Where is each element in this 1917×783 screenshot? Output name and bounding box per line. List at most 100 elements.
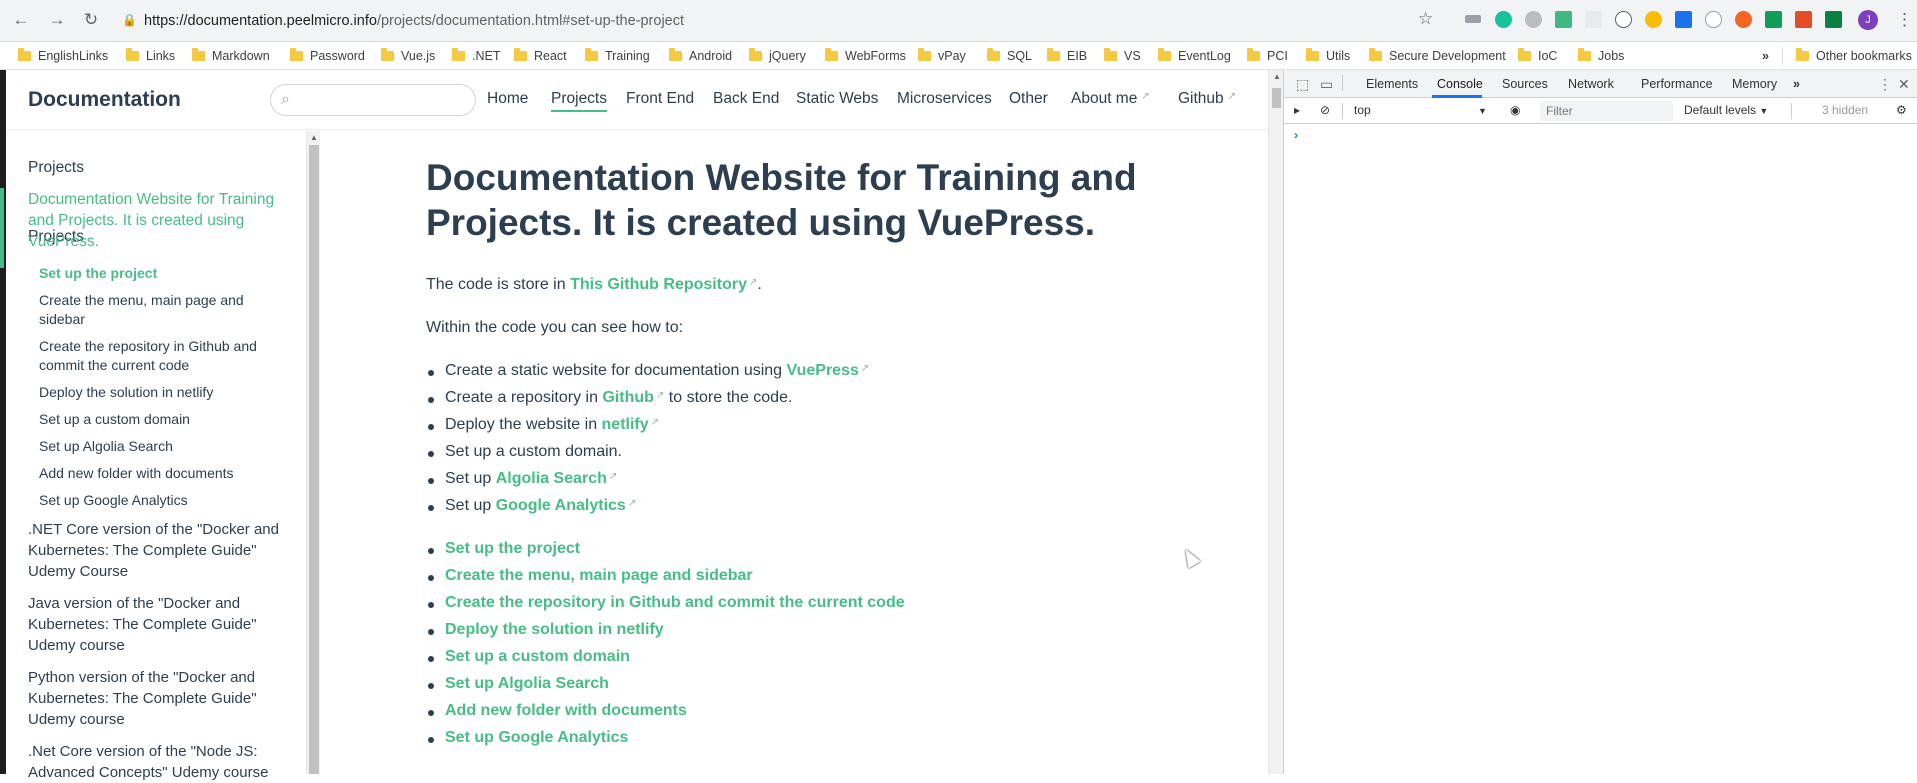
back-arrow-icon[interactable]: ← [10,9,32,31]
nav-other[interactable]: Other [1009,90,1048,108]
bookmark-folder[interactable]: Markdown [192,47,270,65]
nav-static-webs[interactable]: Static Webs [796,90,878,108]
bookmark-folder[interactable]: VS [1104,47,1141,65]
browser-menu-icon[interactable]: ⋮ [1896,10,1913,30]
toc-link[interactable]: Add new folder with documents [445,702,687,720]
profile-avatar[interactable]: J [1858,10,1878,30]
extension-icon[interactable] [1645,11,1662,28]
bookmark-folder[interactable]: .NET [452,47,500,65]
forward-arrow-icon[interactable]: → [46,9,68,31]
bookmark-folder[interactable]: SQL [987,47,1032,65]
bookmark-folder[interactable]: jQuery [749,47,806,65]
bookmark-folder[interactable]: EIB [1047,47,1087,65]
tab-console[interactable]: Console [1437,77,1483,91]
sidebar-group-dotnet-docker[interactable]: .NET Core version of the "Docker and Kub… [28,519,293,582]
device-toolbar-icon[interactable]: ▭ [1320,76,1333,93]
bookmark-folder[interactable]: PCI [1247,47,1288,65]
sidebar-item-algolia[interactable]: Set up Algolia Search [39,437,289,456]
sidebar-item-set-up-project[interactable]: Set up the project [39,264,289,283]
clear-console-icon[interactable]: ⊘ [1320,103,1330,117]
bookmark-folder[interactable]: Utils [1306,47,1350,65]
more-tabs-icon[interactable]: » [1793,77,1800,91]
bookmark-folder[interactable]: Jobs [1578,47,1624,65]
bookmark-folder[interactable]: Password [290,47,365,65]
inspect-element-icon[interactable]: ⬚ [1296,76,1309,93]
nav-about-me[interactable]: About me ↗ [1071,90,1150,108]
nav-front-end[interactable]: Front End [626,90,694,108]
scrollbar-thumb[interactable] [1272,88,1281,108]
bookmark-folder[interactable]: EnglishLinks [18,47,108,65]
extension-icon[interactable] [1615,11,1632,28]
sidebar-item-new-folder[interactable]: Add new folder with documents [39,464,289,483]
toc-link[interactable]: Set up the project [445,540,580,558]
sidebar-heading[interactable]: Projects [28,159,84,177]
live-expression-eye-icon[interactable]: ◉ [1510,103,1520,117]
netlify-link[interactable]: netlify [602,416,649,433]
toc-link[interactable]: Set up a custom domain [445,648,630,666]
bookmark-folder[interactable]: Vue.js [381,47,435,65]
sidebar-group-node-advanced[interactable]: .Net Core version of the "Node JS: Advan… [28,741,293,783]
sidebar-item-repository[interactable]: Create the repository in Github and comm… [39,337,289,375]
toc-link[interactable]: Create the menu, main page and sidebar [445,567,753,585]
bookmark-star-icon[interactable]: ☆ [1418,9,1433,29]
site-search-input[interactable]: ⌕ [270,84,476,116]
tab-sources[interactable]: Sources [1502,77,1548,91]
tab-network[interactable]: Network [1568,77,1614,91]
toc-link[interactable]: Set up Google Analytics [445,729,628,747]
extension-icon[interactable] [1525,11,1542,28]
extension-icon[interactable] [1585,11,1602,28]
sidebar-toggle-icon[interactable]: ▸ [1294,103,1300,117]
nav-microservices[interactable]: Microservices [897,90,992,108]
nav-github[interactable]: Github ↗ [1178,90,1236,108]
bookmark-folder[interactable]: WebForms [825,47,906,65]
bookmark-folder[interactable]: EventLog [1158,47,1231,65]
other-bookmarks[interactable]: Other bookmarks [1796,47,1912,65]
sidebar-group-python-docker[interactable]: Python version of the "Docker and Kubern… [28,667,293,730]
extension-icon[interactable] [1675,11,1692,28]
nav-back-end[interactable]: Back End [713,90,779,108]
algolia-link[interactable]: Algolia Search [496,470,607,487]
bookmark-folder[interactable]: IoC [1518,47,1557,65]
tab-memory[interactable]: Memory [1732,77,1777,91]
reload-icon[interactable]: ↻ [80,9,102,31]
extension-icon[interactable] [1705,11,1722,28]
tab-elements[interactable]: Elements [1366,77,1418,91]
bookmark-folder[interactable]: Android [669,47,732,65]
devtools-menu-icon[interactable]: ⋮ [1878,76,1892,93]
log-levels-dropdown[interactable]: Default levels ▼ [1684,103,1768,117]
bookmark-folder[interactable]: Links [126,47,175,65]
bookmark-folder[interactable]: Training [585,47,650,65]
vuepress-link[interactable]: VuePress [787,362,859,379]
vue-devtools-icon[interactable] [1555,11,1572,28]
repo-link[interactable]: This Github Repository [570,276,747,293]
address-bar[interactable]: 🔒 https://documentation.peelmicro.info/p… [110,7,1450,35]
sidebar-item-menu[interactable]: Create the menu, main page and sidebar [39,291,289,329]
nav-projects[interactable]: Projects [551,90,607,112]
close-icon[interactable]: ✕ [1898,76,1910,93]
toc-link[interactable]: Deploy the solution in netlify [445,621,664,639]
site-title[interactable]: Documentation [28,88,181,112]
context-selector[interactable]: top [1354,103,1371,117]
bookmark-folder[interactable]: Secure Development [1369,47,1506,65]
console-filter-input[interactable] [1540,101,1673,121]
tab-performance[interactable]: Performance [1641,77,1713,91]
sidebar-item-netlify[interactable]: Deploy the solution in netlify [39,383,289,402]
extension-icon[interactable] [1465,15,1481,23]
console-settings-gear-icon[interactable]: ⚙ [1896,103,1907,117]
extension-icon[interactable] [1735,11,1752,28]
console-prompt[interactable]: › [1294,128,1298,142]
sidebar-scrollbar[interactable]: ▲ [306,131,320,774]
extension-icon[interactable] [1795,11,1812,28]
sidebar-group-java-docker[interactable]: Java version of the "Docker and Kubernet… [28,593,293,656]
sidebar-item-analytics[interactable]: Set up Google Analytics [39,491,289,510]
bookmark-folder[interactable]: vPay [918,47,966,65]
toc-link[interactable]: Create the repository in Github and comm… [445,594,905,612]
extension-icon[interactable] [1825,11,1842,28]
sidebar-item-domain[interactable]: Set up a custom domain [39,410,289,429]
extension-icon[interactable] [1765,11,1782,28]
scroll-up-icon[interactable]: ▲ [310,133,318,142]
chevron-down-icon[interactable]: ▼ [1478,106,1487,116]
bookmark-folder[interactable]: React [514,47,567,65]
scroll-up-icon[interactable]: ▲ [1273,72,1281,81]
scrollbar-thumb[interactable] [309,145,319,774]
